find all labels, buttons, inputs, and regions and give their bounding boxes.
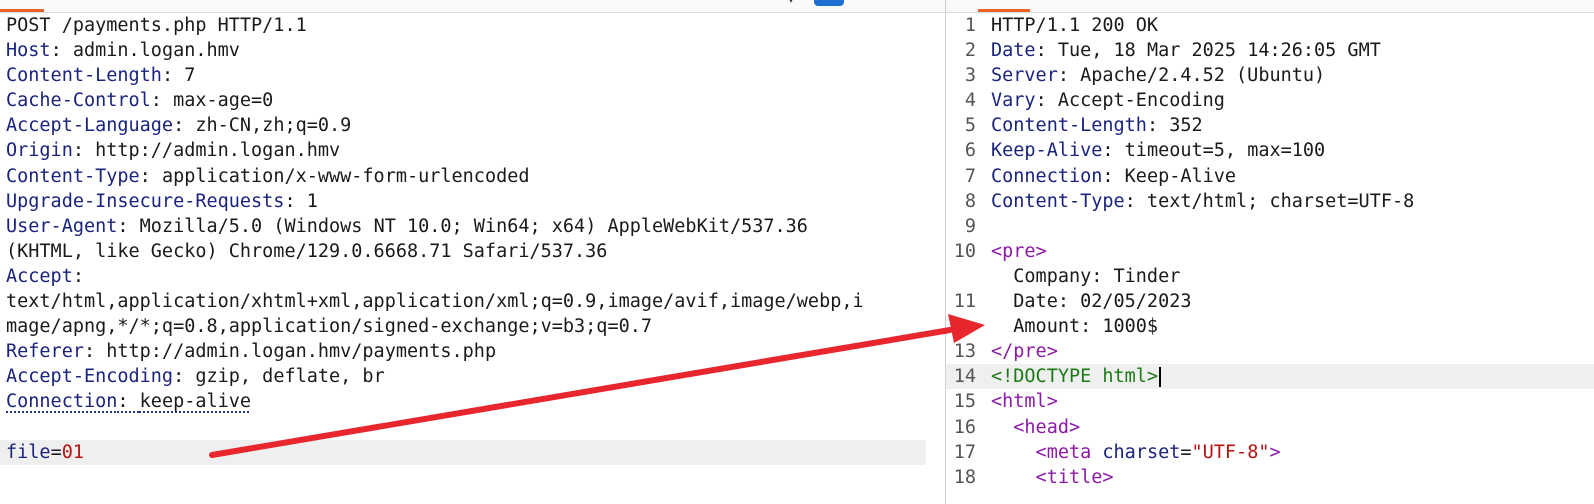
request-header-referer: Referer: http://admin.logan.hmv/payments… (6, 341, 497, 363)
response-blank-line: 9 (964, 215, 976, 237)
request-header-accept-encoding: Accept-Encoding: gzip, deflate, br (6, 366, 385, 388)
request-line: POST /payments.php HTTP/1.1 (6, 15, 307, 36)
response-header-vary: 4 Vary: Accept-Encoding (964, 90, 1225, 112)
response-pre-open: 10 <pre> (953, 240, 1047, 262)
response-header-content-length: 5 Content-Length: 352 (964, 115, 1203, 137)
response-head-open: 16 <head> (953, 416, 1081, 438)
toolbar: ▾ (0, 0, 1594, 13)
response-title-open: 18 <title> (953, 466, 1114, 488)
request-header-content-length: Content-Length: 7 (6, 65, 196, 87)
request-header-user-agent-continuation: (KHTML, like Gecko) Chrome/129.0.6668.71… (6, 240, 608, 262)
request-header-user-agent: User-Agent: Mozilla/5.0 (Windows NT 10.0… (6, 215, 808, 237)
request-blank-line (0, 415, 940, 440)
response-company-line: Company: Tinder (991, 265, 1181, 287)
response-header-date: 2 Date: Tue, 18 Mar 2025 14:26:05 GMT (964, 40, 1381, 62)
request-header-upgrade-insecure-requests: Upgrade-Insecure-Requests: 1 (6, 190, 318, 212)
response-pre-close: 13 </pre> (953, 341, 1058, 363)
response-viewer[interactable]: 1 HTTP/1.1 200 OK 2 Date: Tue, 18 Mar 2025… (946, 13, 1594, 490)
request-header-cache-control: Cache-Control: max-age=0 (6, 90, 274, 112)
response-meta-tag: 17 <meta charset="UTF-8"> (953, 441, 1281, 463)
response-tab-indicator[interactable] (978, 9, 1030, 12)
request-header-connection: Connection: keep-alive (6, 391, 252, 413)
request-header-accept-value-1: text/html,application/xhtml+xml,applicat… (6, 291, 864, 313)
response-header-server: 3 Server: Apache/2.4.52 (Ubuntu) (964, 65, 1326, 87)
response-date-line: 11 Date: 02/05/2023 (953, 291, 1192, 313)
toolbar-button[interactable] (814, 0, 844, 6)
response-amount-line: Amount: 1000$ (991, 316, 1159, 338)
request-editor[interactable]: POST /payments.php HTTP/1.1 Host: admin.… (0, 13, 940, 465)
chevron-down-icon[interactable]: ▾ (788, 0, 794, 6)
request-tab-indicator[interactable] (0, 9, 44, 12)
request-header-host: Host: admin.logan.hmv (6, 40, 240, 62)
response-header-connection: 7 Connection: Keep-Alive (964, 165, 1237, 187)
response-doctype[interactable]: 14 <!DOCTYPE html> (946, 364, 1594, 390)
request-header-origin: Origin: http://admin.logan.hmv (6, 140, 341, 162)
request-header-content-type: Content-Type: application/x-www-form-url… (6, 165, 530, 187)
request-header-accept-value-2: mage/apng,*/*;q=0.8,application/signed-e… (6, 316, 653, 338)
response-header-keep-alive: 6 Keep-Alive: timeout=5, max=100 (964, 140, 1326, 162)
text-caret (1159, 367, 1162, 388)
response-status-line: 1 HTTP/1.1 200 OK (964, 15, 1159, 36)
response-header-content-type: 8 Content-Type: text/html; charset=UTF-8 (964, 190, 1415, 212)
response-html-open: 15 <html> (953, 391, 1058, 413)
request-header-accept: Accept: (6, 265, 84, 287)
request-header-accept-language: Accept-Language: zh-CN,zh;q=0.9 (6, 115, 352, 137)
request-body[interactable]: file=01 (0, 439, 926, 465)
